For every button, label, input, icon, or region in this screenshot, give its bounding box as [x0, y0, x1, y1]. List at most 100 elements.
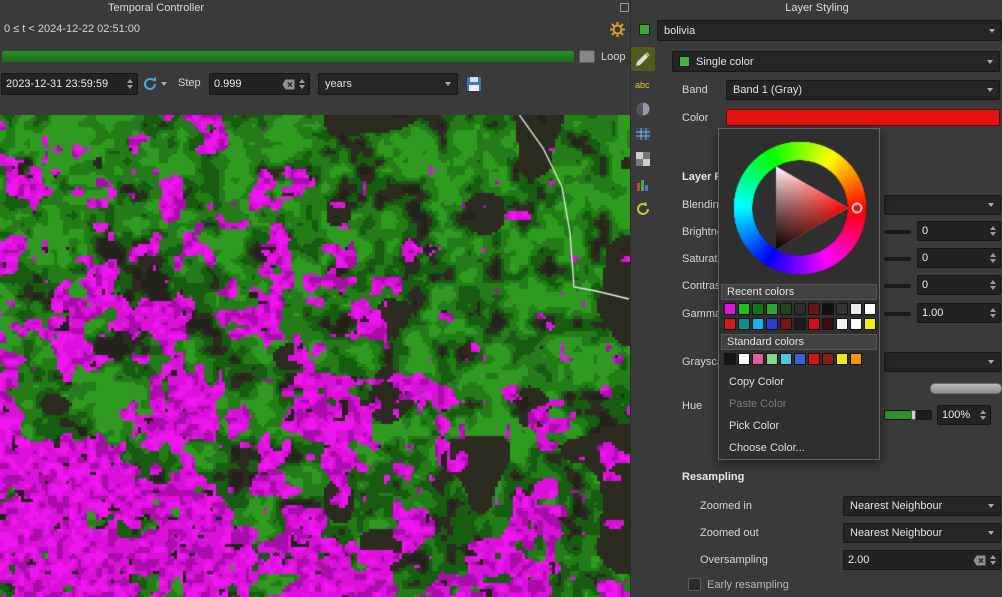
float-panel-icon[interactable] [620, 3, 629, 12]
spin-arrows[interactable] [990, 253, 996, 263]
color-swatch[interactable] [752, 303, 764, 315]
tab-mask[interactable] [631, 97, 655, 121]
export-animation-icon[interactable] [465, 75, 483, 93]
clear-backspace-icon[interactable] [973, 555, 986, 566]
color-swatch[interactable] [752, 353, 764, 365]
transparency-checker-icon [635, 151, 651, 167]
color-swatch[interactable] [780, 353, 792, 365]
svg-text:abc: abc [635, 80, 650, 90]
color-swatch[interactable] [794, 303, 806, 315]
color-swatch[interactable] [836, 303, 848, 315]
table-grid-icon [635, 126, 651, 142]
oversampling-label: Oversampling [700, 554, 768, 566]
color-swatch[interactable] [738, 318, 750, 330]
saturation-value: 0 [922, 252, 986, 264]
tab-transparency[interactable] [631, 147, 655, 171]
color-swatch[interactable] [780, 303, 792, 315]
color-swatch[interactable] [766, 303, 778, 315]
color-swatch[interactable] [850, 303, 862, 315]
datetime-input[interactable]: 2023-12-31 23:59:59 [1, 73, 138, 95]
spin-arrows[interactable] [990, 226, 996, 236]
color-swatch[interactable] [850, 353, 862, 365]
color-swatch[interactable] [822, 303, 834, 315]
color-swatch[interactable] [836, 353, 848, 365]
zoomed-in-select[interactable]: Nearest Neighbour [843, 496, 1001, 516]
chevron-down-icon [161, 82, 167, 86]
recent-colors-header: Recent colors [721, 284, 877, 300]
settings-gear-icon[interactable] [609, 21, 626, 38]
contrast-input[interactable]: 0 [917, 275, 1001, 295]
tab-3d-view[interactable] [631, 122, 655, 146]
menu-pick-color[interactable]: Pick Color [719, 415, 879, 437]
brightness-input[interactable]: 0 [917, 221, 1001, 241]
color-swatch[interactable] [822, 353, 834, 365]
contrast-slider[interactable] [884, 284, 911, 288]
color-swatch[interactable] [780, 318, 792, 330]
loop-checkbox[interactable] [579, 50, 595, 63]
color-swatch[interactable] [724, 303, 736, 315]
hue-strength-handle[interactable] [911, 410, 916, 420]
early-resampling-checkbox[interactable] [688, 578, 701, 591]
tab-symbology[interactable] [631, 47, 655, 71]
layer-select[interactable]: bolivia [657, 20, 1002, 41]
color-swatch[interactable] [766, 353, 778, 365]
zoomed-out-select[interactable]: Nearest Neighbour [843, 523, 1001, 543]
renderer-select[interactable]: Single color [672, 51, 1000, 72]
refresh-button[interactable] [142, 74, 174, 94]
blending-mode-select[interactable] [884, 195, 1001, 215]
color-swatch[interactable] [808, 303, 820, 315]
color-button[interactable] [726, 109, 1000, 126]
color-swatch[interactable] [752, 318, 764, 330]
tab-histogram[interactable] [631, 172, 655, 196]
saturation-input[interactable]: 0 [917, 248, 1001, 268]
color-swatch[interactable] [864, 303, 876, 315]
hue-strength-input[interactable]: 100% [937, 405, 991, 425]
color-swatch[interactable] [724, 318, 736, 330]
oversampling-input[interactable]: 2.00 [843, 550, 1001, 570]
band-select[interactable]: Band 1 (Gray) [726, 80, 1000, 100]
grayscale-select[interactable] [884, 352, 1001, 372]
color-swatch[interactable] [864, 318, 876, 330]
color-swatch[interactable] [738, 353, 750, 365]
time-slider[interactable] [2, 51, 574, 62]
color-swatch[interactable] [850, 318, 862, 330]
step-unit-select[interactable]: years [318, 73, 458, 95]
spin-arrows[interactable] [980, 410, 986, 420]
menu-copy-color[interactable]: Copy Color [719, 371, 879, 393]
color-swatch[interactable] [836, 318, 848, 330]
color-swatch[interactable] [766, 318, 778, 330]
spin-arrows[interactable] [990, 555, 996, 565]
color-swatch[interactable] [808, 318, 820, 330]
hue-strength-slider[interactable] [884, 410, 932, 420]
chevron-down-icon [988, 531, 994, 535]
recent-colors-row-2 [724, 318, 876, 330]
color-wheel[interactable] [728, 136, 872, 280]
chevron-down-icon [989, 29, 995, 33]
gamma-slider[interactable] [884, 312, 911, 316]
band-label: Band [682, 84, 708, 96]
tab-history[interactable] [631, 197, 655, 221]
spin-arrows[interactable] [990, 308, 996, 318]
color-swatch[interactable] [822, 318, 834, 330]
saturation-slider[interactable] [884, 257, 911, 261]
tab-labels[interactable]: abc [631, 72, 655, 96]
clear-backspace-icon[interactable] [282, 79, 295, 90]
color-swatch[interactable] [794, 318, 806, 330]
spin-arrows[interactable] [127, 79, 133, 89]
color-swatch[interactable] [724, 353, 736, 365]
color-swatch[interactable] [808, 353, 820, 365]
brightness-slider[interactable] [884, 230, 911, 234]
zoomed-in-label: Zoomed in [700, 500, 752, 512]
loop-label: Loop [601, 51, 625, 63]
step-input[interactable]: 0.999 [209, 73, 310, 95]
early-resampling-label: Early resampling [707, 579, 789, 591]
color-swatch[interactable] [738, 303, 750, 315]
menu-choose-color[interactable]: Choose Color... [719, 437, 879, 459]
step-unit-value: years [325, 78, 352, 90]
spin-arrows[interactable] [990, 280, 996, 290]
color-swatch[interactable] [794, 353, 806, 365]
gamma-input[interactable]: 1.00 [917, 303, 1001, 323]
map-canvas[interactable] [0, 115, 630, 597]
spin-arrows[interactable] [299, 79, 305, 89]
hue-label: Hue [682, 400, 702, 412]
